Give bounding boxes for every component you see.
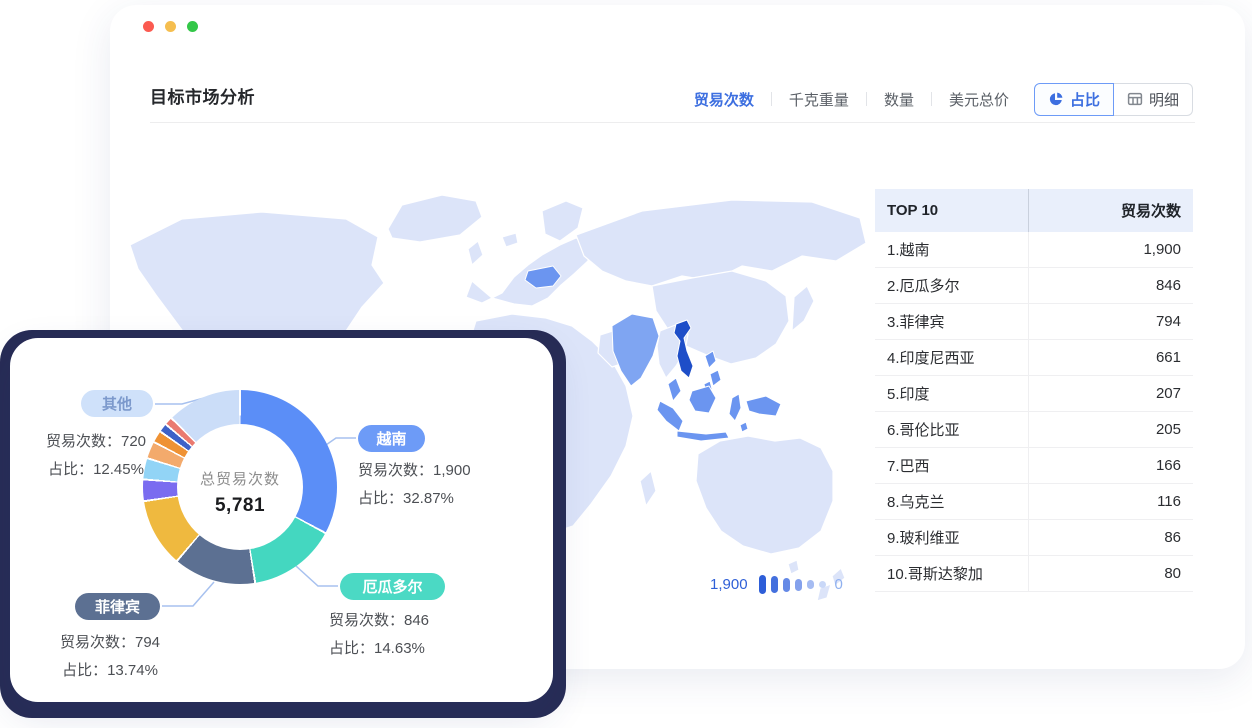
map-uk <box>468 241 483 265</box>
table-row: 1.越南1,900 <box>875 232 1193 268</box>
table-cell-value: 80 <box>1028 556 1193 591</box>
table-body: 1.越南1,9002.厄瓜多尔8463.菲律宾7944.印度尼西亚6615.印度… <box>875 232 1193 592</box>
map-iceland <box>502 233 518 247</box>
legend-bar <box>807 580 814 589</box>
view-toggle-group: 占比 明细 <box>1034 83 1193 116</box>
table-cell-country: 3.菲律宾 <box>875 304 1028 339</box>
table-cell-country: 1.越南 <box>875 232 1028 267</box>
callout-pill-other: 其他 <box>81 390 153 417</box>
table-cell-country: 9.玻利维亚 <box>875 520 1028 555</box>
table-row: 4.印度尼西亚661 <box>875 340 1193 376</box>
table-cell-value: 846 <box>1028 268 1193 303</box>
tab-separator <box>771 92 772 106</box>
pie-chart-icon <box>1048 91 1064 107</box>
map-java-highlight <box>677 431 729 441</box>
map-png-highlight <box>746 396 781 416</box>
callout-share: 占比：13.74% <box>38 657 182 685</box>
proportion-view-button[interactable]: 占比 <box>1034 83 1114 116</box>
table-icon <box>1127 91 1143 107</box>
legend-max-value: 1,900 <box>710 576 748 593</box>
table-header-metric: 贸易次数 <box>1028 189 1193 232</box>
callout-pill-vietnam: 越南 <box>358 425 425 452</box>
callout-trades: 贸易次数：794 <box>38 629 182 657</box>
table-cell-country: 5.印度 <box>875 376 1028 411</box>
tab-usd-total[interactable]: 美元总价 <box>949 89 1009 110</box>
map-sulawesi-highlight <box>729 394 748 432</box>
callout-stats-philippines: 贸易次数：794 占比：13.74% <box>38 629 182 685</box>
tab-separator <box>931 92 932 106</box>
table-row: 8.乌克兰116 <box>875 484 1193 520</box>
tab-quantity[interactable]: 数量 <box>884 89 914 110</box>
table-row: 3.菲律宾794 <box>875 304 1193 340</box>
tab-separator <box>866 92 867 106</box>
legend-scale-bars <box>759 575 826 594</box>
table-cell-value: 205 <box>1028 412 1193 447</box>
table-cell-country: 2.厄瓜多尔 <box>875 268 1028 303</box>
callout-trades: 贸易次数：846 <box>329 607 429 635</box>
top10-table: TOP 10 贸易次数 1.越南1,9002.厄瓜多尔8463.菲律宾7944.… <box>875 189 1193 592</box>
legend-bar <box>783 578 790 592</box>
table-cell-value: 207 <box>1028 376 1193 411</box>
map-malaysia-highlight <box>657 378 683 431</box>
table-cell-country: 6.哥伦比亚 <box>875 412 1028 447</box>
map-japan <box>792 286 814 331</box>
callout-trades: 贸易次数：720 <box>10 428 182 456</box>
table-row: 10.哥斯达黎加80 <box>875 556 1193 592</box>
callout-stats-ecuador: 贸易次数：846 占比：14.63% <box>329 607 429 663</box>
tab-kg-weight[interactable]: 千克重量 <box>789 89 849 110</box>
table-row: 2.厄瓜多尔846 <box>875 268 1193 304</box>
callout-share: 占比：12.45% <box>10 456 182 484</box>
table-cell-value: 1,900 <box>1028 232 1193 267</box>
table-cell-value: 86 <box>1028 520 1193 555</box>
map-greenland <box>388 195 482 242</box>
legend-bar <box>759 575 766 594</box>
donut-total-value: 5,781 <box>145 495 335 517</box>
tab-trade-count[interactable]: 贸易次数 <box>694 89 754 110</box>
map-tasmania <box>788 560 799 574</box>
page-title: 目标市场分析 <box>150 83 255 108</box>
legend-bar <box>819 581 826 588</box>
callout-pill-ecuador: 厄瓜多尔 <box>340 573 445 600</box>
callout-share: 占比：14.63% <box>329 635 429 663</box>
callout-stats-other: 贸易次数：720 占比：12.45% <box>10 428 182 484</box>
donut-chart-card: 总贸易次数 5,781 其他 贸易次数：720 占比：12.45% 越南 贸易次… <box>10 338 553 702</box>
table-row: 5.印度207 <box>875 376 1193 412</box>
legend-bar <box>795 579 802 591</box>
table-cell-country: 8.乌克兰 <box>875 484 1028 519</box>
callout-share: 占比：32.87% <box>358 485 471 513</box>
callout-stats-vietnam: 贸易次数：1,900 占比：32.87% <box>358 457 471 513</box>
table-cell-value: 166 <box>1028 448 1193 483</box>
map-borneo-highlight <box>689 386 716 413</box>
table-cell-country: 7.巴西 <box>875 448 1028 483</box>
table-cell-country: 10.哥斯达黎加 <box>875 556 1028 591</box>
table-cell-value: 116 <box>1028 484 1193 519</box>
legend-min-value: 0 <box>835 576 843 593</box>
callout-pill-philippines: 菲律宾 <box>75 593 160 620</box>
map-australia <box>696 436 833 554</box>
map-madagascar <box>640 471 656 506</box>
map-legend: 1,900 0 <box>710 575 843 594</box>
table-cell-value: 794 <box>1028 304 1193 339</box>
detail-view-label: 明细 <box>1149 89 1179 110</box>
table-header-row: TOP 10 贸易次数 <box>875 189 1193 232</box>
legend-bar <box>771 576 778 593</box>
window-controls <box>143 21 198 32</box>
donut-card-backdrop: 总贸易次数 5,781 其他 贸易次数：720 占比：12.45% 越南 贸易次… <box>0 330 566 718</box>
minimize-window-button[interactable] <box>165 21 176 32</box>
table-row: 7.巴西166 <box>875 448 1193 484</box>
proportion-view-label: 占比 <box>1070 89 1100 110</box>
maximize-window-button[interactable] <box>187 21 198 32</box>
table-header-rank: TOP 10 <box>875 189 1028 232</box>
table-row: 9.玻利维亚86 <box>875 520 1193 556</box>
header-divider <box>150 122 1195 123</box>
close-window-button[interactable] <box>143 21 154 32</box>
table-row: 6.哥伦比亚205 <box>875 412 1193 448</box>
table-cell-country: 4.印度尼西亚 <box>875 340 1028 375</box>
metric-tab-bar: 贸易次数 千克重量 数量 美元总价 占比 明细 <box>694 79 1193 119</box>
callout-trades: 贸易次数：1,900 <box>358 457 471 485</box>
table-cell-value: 661 <box>1028 340 1193 375</box>
detail-view-button[interactable]: 明细 <box>1114 83 1193 116</box>
